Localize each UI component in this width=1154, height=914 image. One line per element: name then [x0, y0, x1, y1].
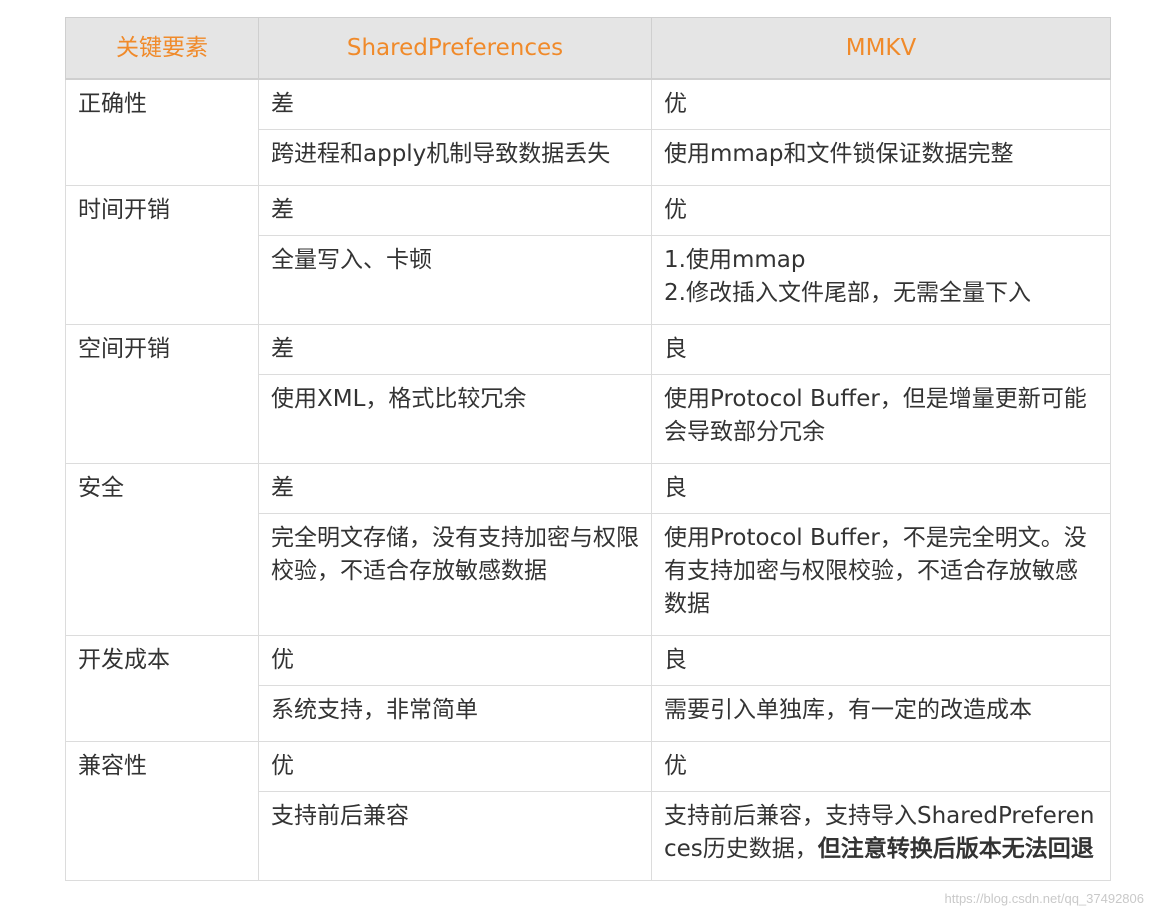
mmkv-detail: 使用mmap和文件锁保证数据完整 [651, 129, 1111, 186]
mmkv-detail: 1.使用mmap 2.修改插入文件尾部，无需全量下入 [651, 235, 1111, 325]
sp-detail: 系统支持，非常简单 [258, 685, 652, 742]
row-key: 安全 [65, 463, 259, 636]
sp-rating: 差 [258, 463, 652, 514]
sp-rating: 差 [258, 324, 652, 375]
sp-detail: 支持前后兼容 [258, 791, 652, 881]
row-key: 正确性 [65, 78, 259, 186]
mmkv-detail: 支持前后兼容，支持导入SharedPreferences历史数据，但注意转换后版… [651, 791, 1111, 881]
table-row: 安全 差 良 [65, 463, 1111, 636]
header-row: 关键要素 SharedPreferences MMKV [65, 17, 1111, 80]
sp-detail: 完全明文存储，没有支持加密与权限校验，不适合存放敏感数据 [258, 513, 652, 636]
table-row: 时间开销 差 优 [65, 185, 1111, 325]
mmkv-detail-line: 2.修改插入文件尾部，无需全量下入 [664, 280, 1031, 306]
sp-detail: 跨进程和apply机制导致数据丢失 [258, 129, 652, 186]
header-sharedpreferences: SharedPreferences [258, 17, 652, 80]
comparison-table: 关键要素 SharedPreferences MMKV 正确性 差 优 跨进程和… [65, 17, 1111, 881]
sp-rating: 差 [258, 185, 652, 236]
mmkv-detail: 使用Protocol Buffer，不是完全明文。没有支持加密与权限校验，不适合… [651, 513, 1111, 636]
mmkv-rating: 良 [651, 635, 1111, 686]
source-watermark: https://blog.csdn.net/qq_37492806 [944, 891, 1145, 906]
header-mmkv: MMKV [651, 17, 1111, 80]
mmkv-detail: 需要引入单独库，有一定的改造成本 [651, 685, 1111, 742]
sp-rating: 差 [258, 78, 652, 130]
sp-detail: 使用XML，格式比较冗余 [258, 374, 652, 464]
mmkv-rating: 优 [651, 185, 1111, 236]
mmkv-rating: 优 [651, 78, 1111, 130]
table-row: 兼容性 优 优 [65, 741, 1111, 881]
mmkv-rating: 良 [651, 463, 1111, 514]
sp-detail: 全量写入、卡顿 [258, 235, 652, 325]
table-row: 正确性 差 优 [65, 78, 1111, 186]
row-key: 空间开销 [65, 324, 259, 464]
row-key: 开发成本 [65, 635, 259, 742]
table-row: 空间开销 差 良 [65, 324, 1111, 464]
mmkv-detail: 使用Protocol Buffer，但是增量更新可能会导致部分冗余 [651, 374, 1111, 464]
table-row: 开发成本 优 良 [65, 635, 1111, 742]
mmkv-rating: 良 [651, 324, 1111, 375]
header-key-factor: 关键要素 [65, 17, 259, 80]
row-key: 兼容性 [65, 741, 259, 881]
sp-rating: 优 [258, 635, 652, 686]
sp-rating: 优 [258, 741, 652, 792]
row-key: 时间开销 [65, 185, 259, 325]
mmkv-detail-warning: 但注意转换后版本无法回退 [817, 836, 1094, 862]
mmkv-detail-line: 1.使用mmap [664, 247, 806, 273]
mmkv-rating: 优 [651, 741, 1111, 792]
